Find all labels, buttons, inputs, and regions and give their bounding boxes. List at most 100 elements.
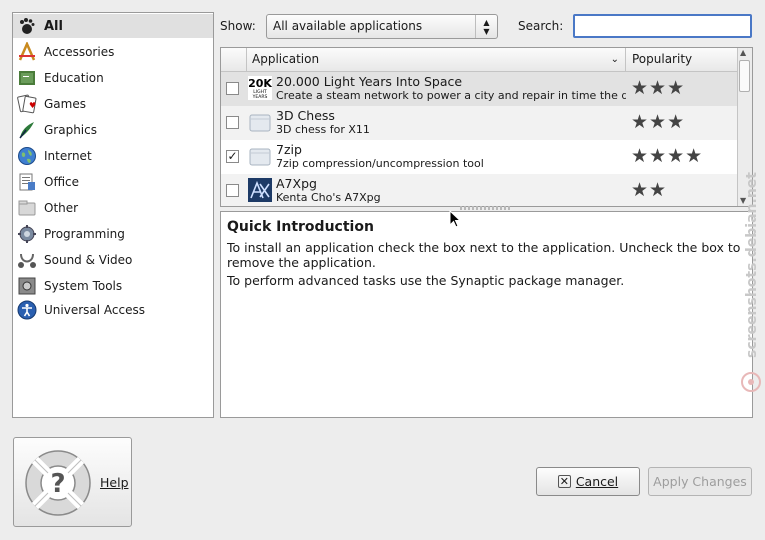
cancel-button[interactable]: ✕ Cancel (536, 467, 640, 496)
category-system-tools[interactable]: System Tools (13, 274, 213, 298)
watermark-dot (748, 379, 754, 385)
lifebuoy-help-icon: ? (25, 450, 91, 516)
pane-resize-handle[interactable] (460, 206, 510, 210)
table-row[interactable]: 20K LIGHT YEARS 20.000 Light Years Into Sp… (221, 72, 738, 106)
header-popularity-label: Popularity (632, 52, 693, 66)
package-icon (248, 110, 272, 134)
gnome-foot-icon (16, 15, 38, 37)
description-pane: Quick Introduction To install an applica… (220, 211, 753, 418)
table-row[interactable]: A7Xpg Kenta Cho's A7Xpg ★★ (221, 174, 738, 206)
category-label: Office (44, 175, 80, 189)
star-icon: ★ (631, 77, 650, 99)
install-checkbox[interactable] (226, 184, 239, 197)
show-filter-select[interactable]: All available applications ▲ ▼ (266, 14, 498, 39)
apply-changes-label: Apply Changes (653, 474, 747, 489)
header-popularity[interactable]: Popularity (626, 48, 738, 71)
star-icon: ★ (631, 111, 650, 133)
scrollbar-thumb[interactable] (739, 60, 750, 92)
svg-text:♥: ♥ (29, 101, 36, 110)
show-label: Show: (220, 19, 256, 33)
close-icon: ✕ (557, 475, 571, 488)
select-arrows-icon: ▲ ▼ (475, 15, 497, 38)
star-icon: ★ (667, 111, 686, 133)
show-filter-value: All available applications (273, 19, 423, 33)
category-education[interactable]: Education (13, 66, 213, 90)
star-icon: ★ (667, 77, 686, 99)
a7xpg-icon (248, 178, 272, 202)
install-checkbox[interactable]: ✓ (226, 150, 239, 163)
header-application[interactable]: Application ⌄ (247, 48, 626, 71)
popularity-stars: ★★ (631, 180, 667, 200)
app-name: 7zip (276, 142, 302, 157)
category-label: Accessories (44, 45, 115, 59)
category-other[interactable]: Other (13, 196, 213, 220)
games-icon: ♥ (16, 93, 38, 115)
app-name: A7Xpg (276, 176, 317, 191)
description-title: Quick Introduction (227, 219, 374, 235)
app-name: 20.000 Light Years Into Space (276, 74, 463, 89)
office-icon (16, 171, 38, 193)
star-icon: ★ (667, 145, 686, 167)
star-icon: ★ (685, 145, 704, 167)
category-accessories[interactable]: Accessories (13, 40, 213, 64)
star-icon: ★ (649, 145, 668, 167)
category-office[interactable]: Office (13, 170, 213, 194)
star-icon: ★ (631, 145, 650, 167)
app-icon-text: 20K (248, 77, 272, 90)
install-checkbox[interactable] (226, 116, 239, 129)
application-list[interactable]: Application ⌄ Popularity 20K LIGHT YEARS 2… (220, 47, 753, 207)
category-label: System Tools (44, 279, 123, 293)
apply-changes-button[interactable]: Apply Changes (648, 467, 752, 496)
category-games[interactable]: ♥ Games (13, 92, 213, 116)
popularity-stars: ★★★ (631, 112, 685, 132)
search-input[interactable] (573, 14, 752, 38)
cancel-label: Cancel (575, 474, 619, 489)
table-row[interactable]: 3D Chess 3D chess for X11 ★★★ (221, 106, 738, 140)
app-description: Kenta Cho's A7Xpg (276, 191, 381, 204)
description-paragraph: To install an application check the box … (227, 240, 741, 270)
category-internet[interactable]: Internet (13, 144, 213, 168)
category-all[interactable]: All (13, 14, 213, 38)
mouse-cursor-icon (449, 210, 461, 228)
category-label: Games (44, 97, 86, 111)
list-header: Application ⌄ Popularity (221, 48, 738, 72)
install-checkbox[interactable] (226, 82, 239, 95)
star-icon: ★ (649, 179, 668, 201)
description-paragraph: To perform advanced tasks use the Synapt… (227, 273, 625, 288)
search-label: Search: (518, 19, 564, 33)
watermark: screenshots.debian.net (741, 172, 761, 392)
category-sound-video[interactable]: Sound & Video (13, 248, 213, 272)
table-row[interactable]: ✓ 7zip 7zip compression/uncompression tool… (221, 140, 738, 174)
header-application-label: Application (252, 52, 320, 66)
category-label: Internet (44, 149, 92, 163)
help-label: Help (100, 475, 129, 490)
app-icon-subtext: LIGHT YEARS (252, 90, 268, 100)
programming-icon (16, 223, 38, 245)
category-graphics[interactable]: Graphics (13, 118, 213, 142)
category-label: Universal Access (44, 303, 145, 317)
category-programming[interactable]: Programming (13, 222, 213, 246)
category-label: Other (44, 201, 79, 215)
education-icon (16, 67, 38, 89)
popularity-stars: ★★★★ (631, 146, 703, 166)
star-icon: ★ (649, 111, 668, 133)
category-label: Education (44, 71, 104, 85)
category-label: Graphics (44, 123, 97, 137)
sort-down-icon: ⌄ (610, 54, 619, 65)
category-universal-access[interactable]: Universal Access (13, 298, 213, 322)
scroll-up-icon[interactable]: ▲ (740, 48, 746, 57)
star-icon: ★ (631, 179, 650, 201)
app-description: 7zip compression/uncompression tool (276, 157, 484, 170)
svg-text:?: ? (50, 469, 65, 499)
category-list[interactable]: All Accessories Education ♥ Games Graphics Int… (12, 12, 214, 418)
app-description: Create a steam network to power a city a… (276, 89, 626, 102)
accessories-icon (16, 41, 38, 63)
system-tools-icon (16, 275, 38, 297)
other-icon (16, 197, 38, 219)
internet-icon (16, 145, 38, 167)
category-label: All (44, 18, 63, 34)
header-install-column[interactable] (221, 48, 247, 71)
help-button[interactable]: ? Help (13, 437, 132, 527)
universal-access-icon (16, 299, 38, 321)
lightyears-icon: 20K LIGHT YEARS (248, 76, 272, 100)
